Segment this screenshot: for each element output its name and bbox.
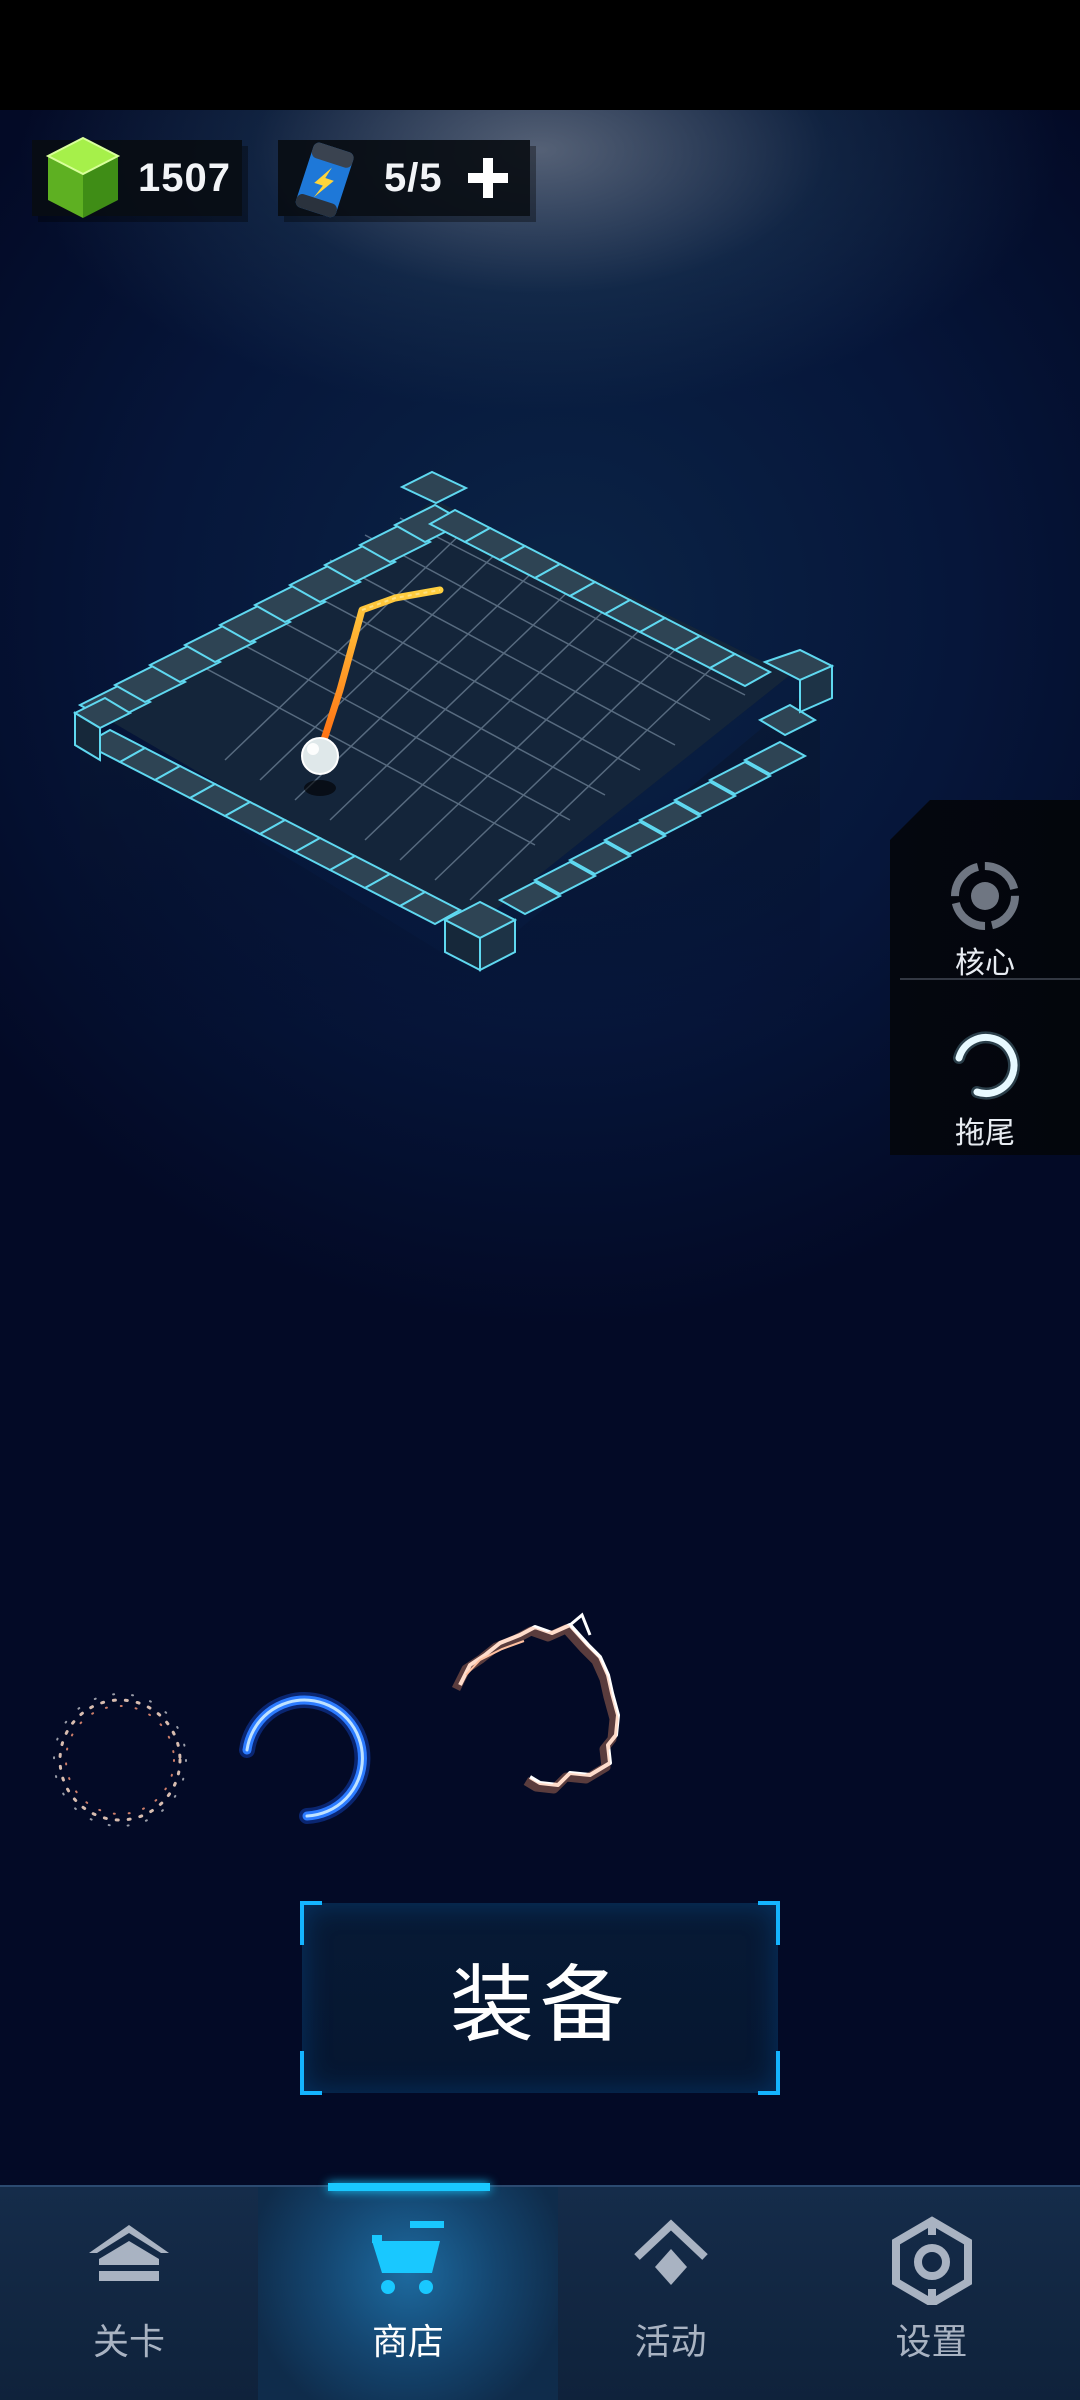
tab-trail-label: 拖尾 [955,1116,1015,1151]
plus-icon [468,158,508,198]
active-tab-indicator [328,2183,490,2191]
nav-item-settings-label: 设置 [895,2322,968,2363]
nav-item-settings[interactable]: 设置 [783,2187,1080,2400]
nav-item-events-label: 活动 [634,2322,707,2363]
diamond-icon [633,2219,708,2285]
nav-item-shop[interactable]: 商店 [258,2187,558,2400]
trail-option-blue-arc[interactable] [225,1678,385,1838]
status-bar [0,0,1080,110]
nav-item-levels-label: 关卡 [92,2322,165,2363]
gem-count: 1507 [138,156,231,200]
game-screen: 1507 5/5 核心 拖尾 装备 关卡 商店 活动 设置 [0,0,1080,2400]
battery-icon [295,142,354,218]
corner-bracket [758,1901,780,1945]
nav-item-shop-label: 商店 [371,2322,444,2363]
cart-icon [372,2221,444,2294]
tab-core-label: 核心 [955,946,1015,981]
add-energy-button[interactable] [462,152,514,204]
trail-ring-icon [953,1031,1020,1100]
home-icon [89,2225,169,2281]
nav-item-events[interactable]: 活动 [558,2187,783,2400]
gem-cube-icon [45,136,121,218]
bottom-navigation: 关卡 商店 活动 设置 [0,2185,1080,2400]
trail-option-lightning[interactable] [440,1605,640,1815]
tab-trail[interactable]: 拖尾 [890,1028,1080,1152]
equip-button-label: 装备 [449,1955,630,2054]
corner-bracket [300,1901,322,1945]
trail-option-sparkle[interactable] [40,1680,200,1840]
energy-counter: 5/5 [278,140,530,218]
corner-bracket [300,2051,322,2095]
energy-count: 5/5 [384,156,443,200]
corner-bracket [758,2051,780,2095]
equip-button[interactable]: 装备 [300,1901,780,2095]
player-ball [301,737,339,775]
core-ring-icon [951,862,1019,930]
tab-core[interactable]: 核心 [890,858,1080,982]
gem-counter: 1507 [32,136,242,218]
category-side-panel: 核心 拖尾 [890,800,1080,1155]
gear-icon [891,2216,972,2305]
side-divider [900,978,1080,980]
nav-item-levels[interactable]: 关卡 [0,2187,258,2400]
